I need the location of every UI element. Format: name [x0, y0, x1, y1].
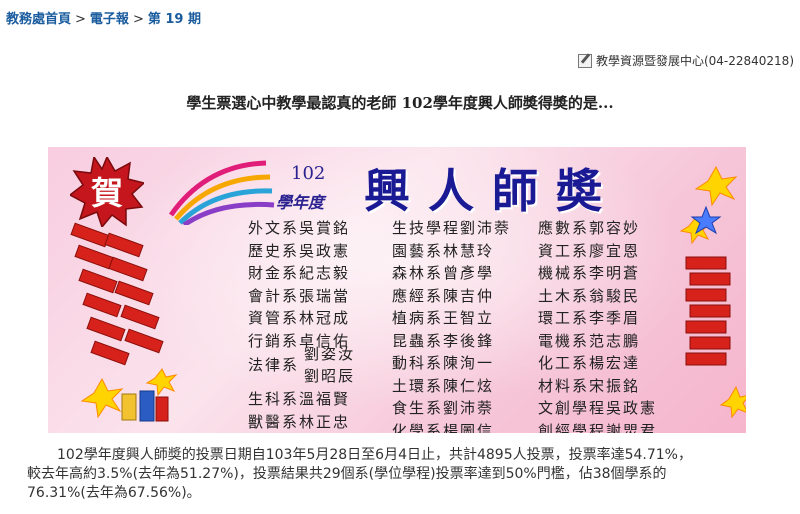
- award-banner-image: 賀 102 學年度 興人師奬 外文系吳賞銘 歷史系吳政憲 財金系紀志毅 會計系張…: [48, 147, 746, 433]
- awardee-name: 應數系郭容妙: [538, 219, 641, 237]
- awardee-name: 土木系翁駿民: [538, 286, 641, 305]
- breadcrumb-home-link[interactable]: 教務處首頁: [6, 12, 71, 27]
- awardee-name: 園藝系林慧玲: [392, 241, 495, 260]
- year-label: 學年度: [276, 193, 325, 212]
- awardee-name: 環工系李季眉: [538, 309, 641, 327]
- contact-info: 教學資源暨發展中心(04-22840218): [577, 52, 794, 69]
- article-headline: 學生票選心中教學最認真的老師 102學年度興人師奬得奬的是...: [186, 94, 614, 112]
- year-number: 102: [291, 163, 326, 184]
- awardee-name: 食生系劉沛萘: [392, 399, 495, 417]
- streamers-decoration: [168, 160, 275, 225]
- awardee-name: 材料系宋振銘: [538, 376, 641, 395]
- firecrackers-left-decoration: [70, 222, 178, 422]
- awardee-name: 劉姿汝: [304, 345, 356, 363]
- awardee-name: 劉昭辰: [304, 367, 356, 385]
- awardee-name: 昆蟲系李後鋒: [392, 331, 495, 350]
- awardee-name: 應經系陳吉仲: [392, 286, 495, 305]
- seal-char: 賀: [91, 174, 123, 212]
- awardee-name: 獸醫系林正忠: [248, 412, 351, 431]
- awardee-name: 電機系范志鵬: [538, 331, 641, 350]
- awardee-name: 歷史系吳政憲: [248, 241, 351, 260]
- awardee-column-1: 外文系吳賞銘 歷史系吳政憲 財金系紀志毅 會計系張瑞當 資管系林冠成 行銷系卓信…: [248, 217, 350, 352]
- awardee-name: 創經學程謝焸君: [538, 421, 658, 434]
- awardee-name: 化工系楊宏達: [538, 354, 641, 372]
- awardee-name: 生科系溫福賢: [248, 390, 351, 408]
- awardee-column-2: 生技學程劉沛萘 園藝系林慧玲 森林系曾彥學 應經系陳吉仲 植病系王智立 昆蟲系李…: [392, 217, 511, 433]
- awardee-list: 外文系吳賞銘 歷史系吳政憲 財金系紀志毅 會計系張瑞當 資管系林冠成 行銷系卓信…: [248, 217, 678, 433]
- edit-icon: [577, 53, 592, 68]
- awardee-name: 化學系楊圖信: [392, 421, 495, 434]
- awardee-column-1-tail: 生科系溫福賢 獸醫系林正忠: [248, 388, 350, 433]
- awardee-name: 動科系陳洵一: [392, 354, 495, 372]
- body-line: 較去年高約3.5%(去年為51.27%)，投票結果共29個系(學位學程)投票率達…: [27, 466, 667, 482]
- awardee-name: 土環系陳仁炫: [392, 376, 495, 395]
- body-line: 102學年度興人師奬的投票日期自103年5月28日至6月4日止，共計4895人投…: [57, 447, 692, 463]
- awardee-name: 機械系李明蒼: [538, 264, 641, 282]
- article-body: 102學年度興人師奬的投票日期自103年5月28日至6月4日止，共計4895人投…: [27, 446, 787, 503]
- firecrackers-right-decoration: [679, 165, 746, 419]
- award-title: 興人師奬: [364, 164, 620, 218]
- awardee-name: 生技學程劉沛萘: [392, 219, 512, 237]
- awardee-name: 植病系王智立: [392, 309, 495, 327]
- breadcrumb-issue-link[interactable]: 第 19 期: [148, 12, 201, 27]
- breadcrumb-section-link[interactable]: 電子報: [90, 12, 129, 27]
- contact-label: 教學資源暨發展中心(04-22840218): [595, 54, 794, 68]
- awardee-name: 資工系廖宜恩: [538, 241, 641, 260]
- body-line: 76.31%(去年為67.56%)。: [27, 485, 201, 501]
- breadcrumb-separator: >: [132, 12, 144, 27]
- awardee-name: 森林系曾彥學: [392, 264, 495, 282]
- awardee-name: 資管系林冠成: [248, 309, 351, 327]
- awardee-dept-law: 法律系: [248, 356, 300, 374]
- breadcrumb-separator: >: [75, 12, 86, 27]
- awardee-name: 會計系張瑞當: [248, 286, 351, 305]
- congratulations-seal: 賀: [70, 157, 144, 227]
- awardee-name: 財金系紀志毅: [248, 264, 351, 282]
- awardee-column-3: 應數系郭容妙 資工系廖宜恩 機械系李明蒼 土木系翁駿民 環工系李季眉 電機系范志…: [538, 217, 657, 433]
- awardee-name: 文創學程吳政憲: [538, 399, 658, 417]
- breadcrumb: 教務處首頁 > 電子報 > 第 19 期: [6, 8, 201, 27]
- awardee-name: 外文系吳賞銘: [248, 219, 351, 237]
